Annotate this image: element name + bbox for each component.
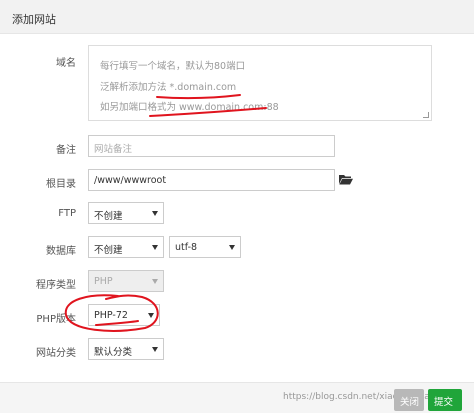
dialog-title: 添加网站 (12, 13, 56, 26)
database-select[interactable]: 不创建 (88, 236, 164, 258)
domain-placeholder-line-3: 如另加端口格式为 www.domain.com:88 (100, 102, 279, 113)
ftp-select-value: 不创建 (94, 211, 123, 222)
root-dir-label: 根目录 (46, 179, 76, 190)
chevron-down-icon (229, 245, 235, 250)
program-type-select: PHP (88, 270, 164, 292)
php-version-label: PHP版本 (36, 314, 76, 325)
program-type-label: 程序类型 (36, 280, 76, 291)
ftp-select[interactable]: 不创建 (88, 202, 164, 224)
chevron-down-icon (152, 211, 158, 216)
charset-select-value: utf-8 (175, 242, 198, 253)
domain-textarea[interactable]: 每行填写一个域名，默认为80端口 泛解析添加方法 *.domain.com 如另… (88, 45, 432, 121)
charset-select[interactable]: utf-8 (169, 236, 241, 258)
chevron-down-icon (152, 245, 158, 250)
remark-input[interactable]: 网站备注 (88, 135, 335, 157)
ftp-label: FTP (58, 208, 76, 219)
php-version-select-value: PHP-72 (94, 310, 128, 321)
site-category-select-value: 默认分类 (94, 347, 133, 358)
domain-placeholder-line-1: 每行填写一个域名，默认为80端口 (100, 61, 246, 72)
remark-label: 备注 (56, 145, 76, 156)
site-category-select[interactable]: 默认分类 (88, 338, 164, 360)
submit-button[interactable]: 提交 (428, 389, 462, 411)
database-select-value: 不创建 (94, 245, 123, 256)
database-label: 数据库 (46, 246, 76, 257)
folder-icon[interactable] (339, 174, 353, 185)
chevron-down-icon (152, 347, 158, 352)
domain-label: 域名 (56, 58, 76, 69)
site-category-label: 网站分类 (36, 348, 76, 359)
watermark-text: https://blog.csdn.net/xiaoxiaoxiaoton (283, 392, 451, 402)
textarea-resize-handle[interactable] (423, 112, 429, 118)
root-dir-input[interactable]: /www/wwwroot (88, 169, 335, 191)
chevron-down-icon (152, 279, 158, 284)
dialog-titlebar: 添加网站 (0, 0, 474, 34)
chevron-down-icon (148, 313, 154, 318)
domain-placeholder-line-2: 泛解析添加方法 *.domain.com (100, 82, 237, 93)
php-version-select[interactable]: PHP-72 (88, 304, 160, 326)
close-button[interactable]: 关闭 (394, 389, 424, 411)
program-type-select-value: PHP (94, 276, 113, 287)
